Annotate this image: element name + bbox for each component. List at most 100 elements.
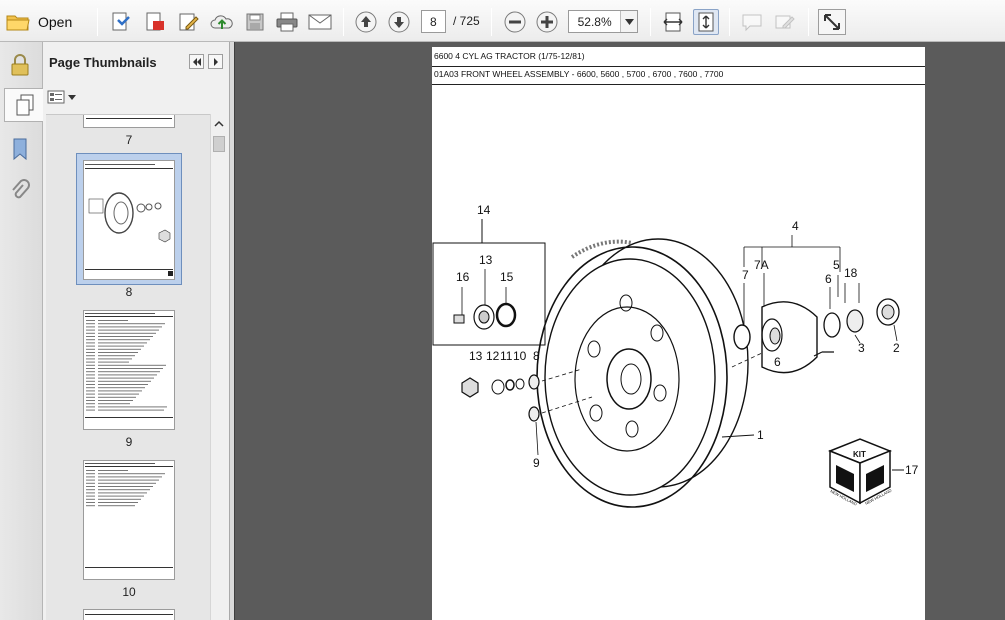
bookmarks-button[interactable]	[4, 132, 36, 166]
create-pdf-icon	[112, 12, 130, 31]
pages-icon	[16, 94, 33, 116]
callout-5: 5	[833, 258, 840, 272]
next-page-button[interactable]	[386, 9, 412, 35]
open-label: Open	[38, 14, 73, 30]
security-button[interactable]	[4, 48, 36, 82]
document-view: 6600 4 CYL AG TRACTOR (1/75-12/81) 01A03…	[234, 42, 1005, 620]
thumbnail-list: 7 8 9 10	[46, 114, 210, 620]
callout-16: 16	[456, 270, 470, 284]
document-page: 6600 4 CYL AG TRACTOR (1/75-12/81) 01A03…	[432, 47, 925, 620]
page-number-value: 8	[430, 14, 437, 29]
printer-icon	[276, 12, 298, 32]
thumbnail-parts-list	[85, 463, 173, 568]
scrollbar-thumb[interactable]	[213, 136, 225, 152]
chevron-down-icon	[68, 94, 76, 100]
collapse-panel-button[interactable]	[189, 54, 204, 69]
zoom-level-value: 52.8%	[577, 14, 612, 29]
chevron-down-icon[interactable]	[620, 11, 637, 32]
toolbar-separator	[343, 8, 344, 36]
thumbnail-options-menu[interactable]	[47, 90, 76, 104]
page-thumbnails-button[interactable]	[4, 88, 44, 122]
open-button[interactable]: Open	[6, 9, 82, 35]
panel-title: Page Thumbnails	[49, 55, 157, 70]
callout-13: 13	[479, 253, 493, 267]
callout-6b: 6	[774, 355, 781, 369]
lock-icon	[11, 54, 29, 76]
floppy-disk-icon	[246, 13, 264, 31]
thumbnail-page[interactable]	[83, 160, 175, 280]
thumbnail-label: 8	[125, 285, 133, 299]
highlight-pen-icon	[775, 15, 795, 29]
thumbnail-label: 10	[122, 585, 136, 599]
pen-icon	[179, 13, 199, 31]
callout-2: 2	[893, 341, 900, 355]
page-total: / 725	[453, 14, 480, 28]
kit-label: KIT	[853, 450, 866, 459]
thumbnail-diagram	[85, 164, 173, 276]
toolbar-separator	[808, 8, 809, 36]
pdf-edit-icon	[146, 12, 164, 31]
fit-width-button[interactable]	[660, 9, 686, 35]
paperclip-icon	[12, 179, 30, 199]
bookmark-icon	[13, 138, 27, 161]
scroll-up-arrow-icon[interactable]	[213, 118, 225, 130]
upload-button[interactable]	[209, 9, 235, 35]
toolbar-separator	[491, 8, 492, 36]
expand-panel-button[interactable]	[208, 54, 223, 69]
thumbnail-page[interactable]	[83, 609, 175, 620]
callout-15: 15	[500, 270, 514, 284]
create-pdf-button[interactable]	[108, 9, 134, 35]
callout-6: 6	[825, 272, 832, 286]
save-button[interactable]	[242, 9, 268, 35]
minus-circle-icon	[504, 11, 526, 33]
callout-7: 7	[742, 268, 749, 282]
print-button[interactable]	[274, 9, 300, 35]
thumbnail-page[interactable]	[83, 460, 175, 580]
toolbar-separator	[729, 8, 730, 36]
toolbar-separator	[650, 8, 651, 36]
callout-10: 10	[513, 349, 527, 363]
callout-3: 3	[858, 341, 865, 355]
zoom-level-select[interactable]: 52.8%	[568, 10, 638, 33]
double-chevron-left-icon	[192, 57, 201, 66]
zoom-in-button[interactable]	[534, 9, 560, 35]
thumbnail-page[interactable]	[83, 115, 175, 128]
folder-icon	[6, 15, 30, 31]
callout-12: 12	[486, 349, 500, 363]
pdf-reader-window: Open 8 / 725 52.8% Page Thumbnails 7 8 9…	[0, 0, 1005, 620]
options-list-icon	[47, 90, 65, 104]
edit-pdf-button[interactable]	[142, 9, 168, 35]
page-number-input[interactable]: 8	[421, 10, 446, 33]
fit-page-icon	[698, 12, 714, 32]
speech-bubble-icon	[742, 14, 762, 32]
zoom-out-button[interactable]	[502, 9, 528, 35]
callout-17: 17	[905, 463, 919, 477]
highlight-button[interactable]	[772, 9, 798, 35]
arrow-down-circle-icon	[388, 11, 410, 33]
envelope-icon	[308, 14, 332, 30]
front-wheel-assembly-diagram: 14 13 15 16 1 13 12 11 10 8 9 4 7 7A 5 6…	[432, 203, 919, 508]
thumbnail-label: 9	[125, 435, 133, 449]
cloud-upload-icon	[210, 15, 233, 29]
callout-14: 14	[477, 203, 491, 217]
callout-4: 4	[792, 219, 799, 233]
attachments-button[interactable]	[4, 174, 36, 208]
expand-icon	[824, 14, 840, 30]
fit-page-button[interactable]	[693, 9, 719, 35]
callout-18: 18	[844, 266, 858, 280]
callout-1: 1	[757, 428, 764, 442]
comment-button[interactable]	[739, 9, 765, 35]
thumbnail-parts-list	[85, 313, 173, 418]
kit-cube-logo: KIT NEW HOLLAND NEW HOLLAND	[827, 438, 892, 507]
previous-page-button[interactable]	[353, 9, 379, 35]
fit-width-icon	[663, 12, 683, 32]
callout-7a: 7A	[754, 258, 769, 272]
callout-9: 9	[533, 456, 540, 470]
thumbnail-page[interactable]	[83, 310, 175, 430]
thumbnail-scrollbar[interactable]	[210, 114, 227, 620]
email-button[interactable]	[307, 9, 333, 35]
chevron-right-icon	[213, 57, 218, 66]
sign-button[interactable]	[176, 9, 202, 35]
page-thumbnails-panel: Page Thumbnails 7 8 9 10	[43, 42, 230, 620]
full-screen-button[interactable]	[818, 9, 846, 35]
